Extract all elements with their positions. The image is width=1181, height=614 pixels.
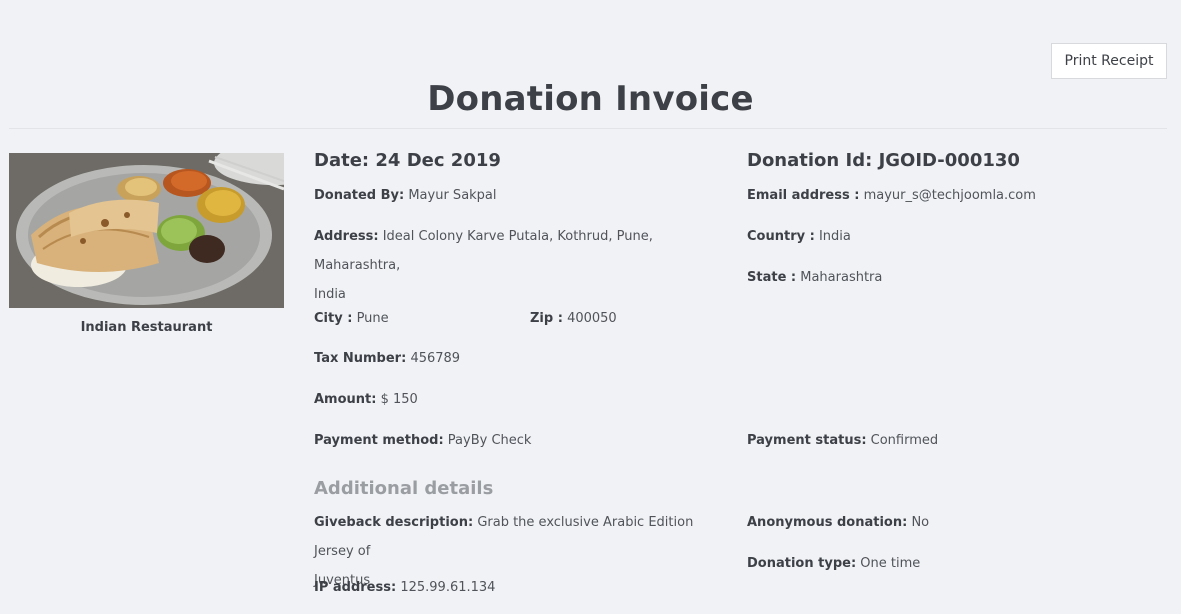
country-value: India	[818, 229, 851, 244]
donation-id-value: JGOID-000130	[878, 150, 1020, 171]
anonymous-row: Anonymous donation: No	[747, 508, 929, 537]
payment-method-value: PayBy Check	[447, 433, 532, 448]
donated-by-value: Mayur Sakpal	[408, 188, 497, 203]
payment-status-label: Payment status:	[747, 433, 867, 448]
payment-status-value: Confirmed	[870, 433, 939, 448]
email-label: Email address :	[747, 188, 860, 203]
country-label: Country :	[747, 229, 815, 244]
country-row: Country : India	[747, 222, 851, 251]
payment-method-row: Payment method: PayBy Check	[314, 426, 531, 455]
address-value-cont: India	[314, 287, 346, 302]
state-row: State : Maharashtra	[747, 263, 882, 292]
donation-id-heading: Donation Id: JGOID-000130	[747, 150, 1020, 171]
campaign-name[interactable]: Indian Restaurant	[9, 320, 284, 335]
donation-type-row: Donation type: One time	[747, 549, 920, 578]
amount-value: $ 150	[380, 392, 418, 407]
donation-type-value: One time	[860, 556, 921, 571]
page-title: Donation Invoice	[427, 79, 754, 119]
date-heading: Date: 24 Dec 2019	[314, 150, 501, 171]
campaign-image	[9, 153, 284, 308]
tax-label: Tax Number:	[314, 351, 407, 366]
ip-value: 125.99.61.134	[400, 580, 496, 595]
tax-row: Tax Number: 456789	[314, 344, 460, 373]
amount-label: Amount:	[314, 392, 377, 407]
title-divider	[9, 128, 1167, 129]
city-value: Pune	[356, 311, 389, 326]
payment-method-label: Payment method:	[314, 433, 444, 448]
state-value: Maharashtra	[800, 270, 883, 285]
donation-id-label: Donation Id:	[747, 150, 873, 171]
ip-label: IP address:	[314, 580, 397, 595]
date-label: Date:	[314, 150, 370, 171]
address-row: Address: Ideal Colony Karve Putala, Koth…	[314, 222, 724, 309]
donation-type-label: Donation type:	[747, 556, 857, 571]
email-row: Email address : mayur_s@techjoomla.com	[747, 181, 1036, 210]
anonymous-value: No	[911, 515, 930, 530]
donated-by-row: Donated By: Mayur Sakpal	[314, 181, 497, 210]
city-row: City : Pune	[314, 304, 389, 333]
zip-value: 400050	[567, 311, 617, 326]
giveback-label: Giveback description:	[314, 515, 474, 530]
zip-label: Zip :	[530, 311, 563, 326]
city-label: City :	[314, 311, 353, 326]
ip-row: IP address: 125.99.61.134	[314, 573, 495, 602]
invoice-page: Print Receipt Donation Invoice Indian Re…	[0, 0, 1181, 614]
additional-details-heading: Additional details	[314, 478, 494, 499]
print-receipt-button[interactable]: Print Receipt	[1051, 43, 1167, 79]
date-value: 24 Dec 2019	[375, 150, 501, 171]
zip-row: Zip : 400050	[530, 304, 617, 333]
donated-by-label: Donated By:	[314, 188, 405, 203]
payment-status-row: Payment status: Confirmed	[747, 426, 938, 455]
tax-value: 456789	[410, 351, 461, 366]
anonymous-label: Anonymous donation:	[747, 515, 908, 530]
address-label: Address:	[314, 229, 379, 244]
email-value: mayur_s@techjoomla.com	[863, 188, 1036, 203]
state-label: State :	[747, 270, 797, 285]
amount-row: Amount: $ 150	[314, 385, 418, 414]
